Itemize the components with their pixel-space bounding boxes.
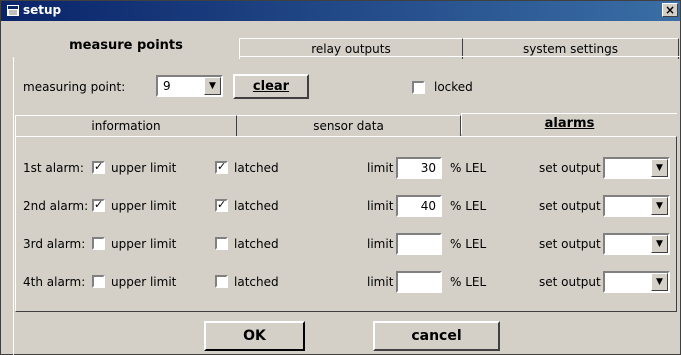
title-bar[interactable]: setup × [1,1,680,21]
limit-label: limit [367,237,394,251]
latched-checkbox[interactable]: ✓ [215,198,228,212]
measuring-point-select[interactable]: 9 ▼ [156,75,223,97]
unit-label: % LEL [450,199,487,213]
close-button[interactable]: × [662,3,678,17]
alarm-label: 1st alarm: [23,161,84,175]
chevron-down-icon[interactable]: ▼ [651,197,668,215]
ok-button-label: OK [243,328,266,344]
check-icon: ✓ [217,160,227,173]
close-icon: × [664,3,676,17]
upper-limit-label: upper limit [111,275,177,289]
set-output-select[interactable]: ▼ [603,271,670,293]
limit-label: limit [367,199,394,213]
set-output-label: set output [539,199,601,213]
limit-input[interactable]: 40 [396,195,442,217]
set-output-label: set output [539,237,601,251]
app-icon [7,5,19,16]
check-icon: ✓ [94,198,104,211]
chevron-down-icon[interactable]: ▼ [651,273,668,291]
tab-information[interactable]: information [15,115,237,136]
upper-limit-label: upper limit [111,161,177,175]
limit-input[interactable] [396,233,442,255]
tab-measure-points[interactable]: measure points [13,36,239,57]
limit-input[interactable] [396,271,442,293]
unit-label: % LEL [450,275,487,289]
alarm-label: 2nd alarm: [23,199,89,213]
unit-label: % LEL [450,237,487,251]
set-output-label: set output [539,275,601,289]
set-output-select[interactable]: ▼ [603,195,670,217]
latched-label: latched [234,275,279,289]
tab-measure-points-label: measure points [69,38,183,53]
tab-relay-outputs-label: relay outputs [311,42,391,56]
locked-checkbox[interactable] [412,81,425,94]
upper-limit-label: upper limit [111,237,177,251]
chevron-down-icon[interactable]: ▼ [204,77,221,95]
set-output-select[interactable]: ▼ [603,233,670,255]
window-title: setup [23,3,62,17]
ok-button[interactable]: OK [204,321,305,351]
set-output-label: set output [539,161,601,175]
alarm-label: 3rd alarm: [23,237,86,251]
cancel-button[interactable]: cancel [373,321,500,351]
locked-label: locked [434,80,473,94]
chevron-down-icon[interactable]: ▼ [651,235,668,253]
check-icon: ✓ [217,198,227,211]
tab-sensor-data[interactable]: sensor data [237,115,461,136]
clear-button[interactable]: clear [233,74,309,99]
chevron-down-icon[interactable]: ▼ [651,159,668,177]
clear-button-label: clear [252,79,290,94]
limit-label: limit [367,161,394,175]
latched-label: latched [234,199,279,213]
measuring-point-label: measuring point: [23,80,126,94]
upper-limit-label: upper limit [111,199,177,213]
upper-limit-checkbox[interactable]: ✓ [92,198,105,212]
tab-system-settings-label: system settings [522,42,619,56]
set-output-select[interactable]: ▼ [603,157,670,179]
upper-limit-checkbox[interactable] [92,275,105,288]
latched-checkbox[interactable]: ✓ [215,160,228,174]
setup-window: setup × measure points relay outputs sys… [0,0,681,355]
alarm-label: 4th alarm: [23,275,86,289]
latched-checkbox[interactable] [215,237,228,250]
check-icon: ✓ [94,160,104,173]
upper-limit-checkbox[interactable]: ✓ [92,160,105,174]
cancel-button-label: cancel [411,328,462,344]
limit-input[interactable]: 30 [396,157,442,179]
unit-label: % LEL [450,161,487,175]
tab-alarms-label: alarms [544,116,595,131]
latched-label: latched [234,161,279,175]
latched-checkbox[interactable] [215,275,228,288]
measuring-point-value: 9 [163,79,171,93]
tab-alarms[interactable]: alarms [461,113,677,134]
upper-limit-checkbox[interactable] [92,237,105,250]
limit-label: limit [367,275,394,289]
tab-information-label: information [91,119,161,133]
tab-sensor-data-label: sensor data [313,119,384,133]
latched-label: latched [234,237,279,251]
